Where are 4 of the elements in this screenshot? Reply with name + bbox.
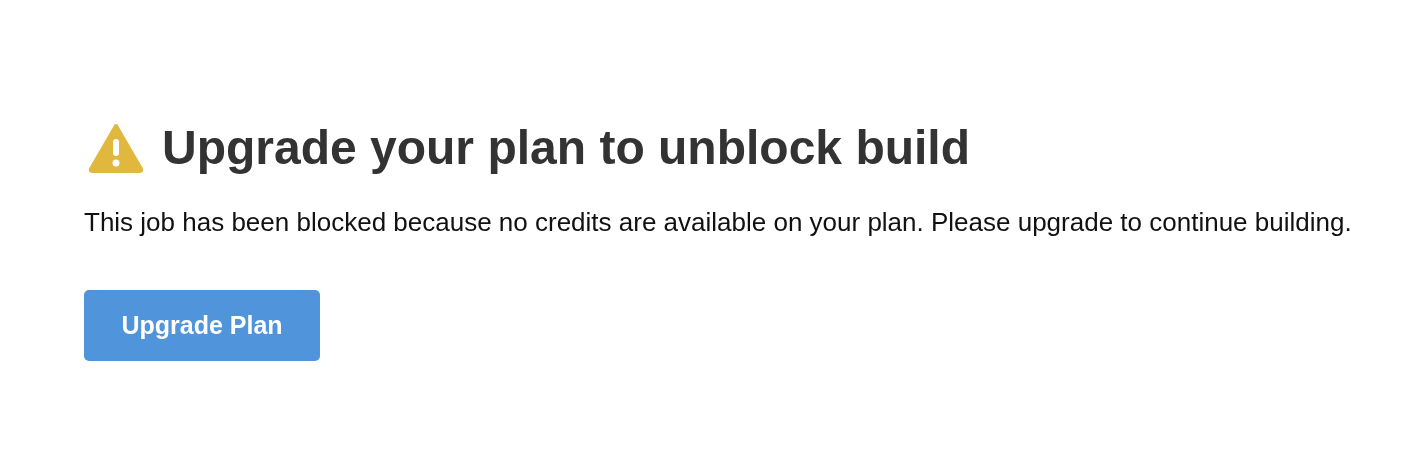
message-text: This job has been blocked because no credits are available on your plan. Please upgrade to continue building. — [84, 206, 1353, 239]
page-title: Upgrade your plan to unblock build — [162, 120, 970, 176]
upgrade-button[interactable]: Upgrade Plan — [84, 290, 320, 361]
warning-icon — [88, 123, 144, 173]
